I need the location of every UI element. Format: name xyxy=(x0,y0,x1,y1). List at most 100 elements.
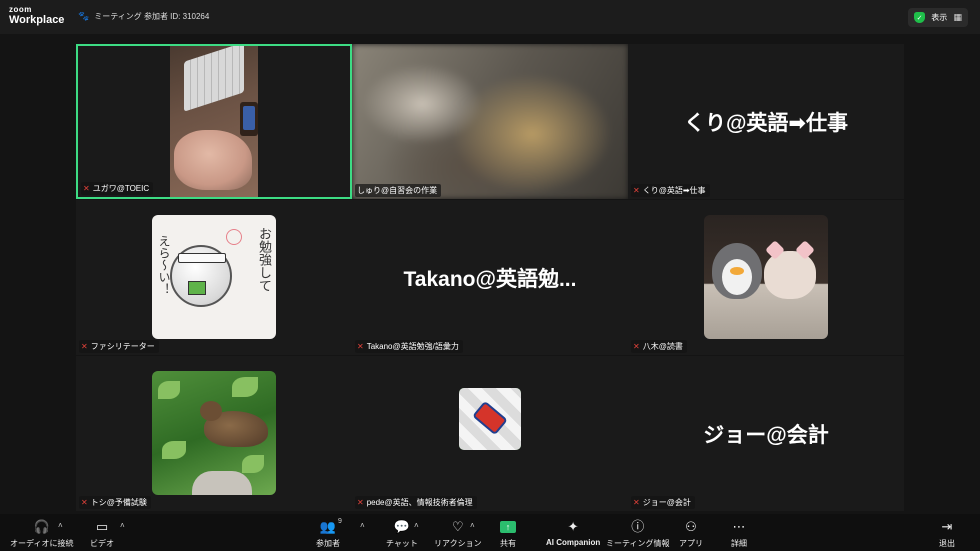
participant-name-tag: ✕ 八木@読書 xyxy=(631,340,687,353)
apps-label: アプリ xyxy=(679,539,703,548)
participant-name-tag: ✕ Takano@英語勉強/語彙力 xyxy=(355,340,463,353)
leave-icon: ⇥ xyxy=(941,519,953,534)
chat-icon: 💬 xyxy=(393,519,411,534)
video-tile-facilitator[interactable]: お勉強して えら〜い！ ✕ ファシリテーター xyxy=(76,200,352,355)
zoom-logo: zoom Workplace xyxy=(9,6,64,26)
participant-name-tag: ✕ ジョー@会計 xyxy=(631,496,695,509)
participant-name: くり@英語➡仕事 xyxy=(642,186,706,195)
apps-icon: ⚇ xyxy=(685,519,697,534)
view-label: 表示 xyxy=(931,13,948,22)
participant-display-name: Takano@英語勉... xyxy=(403,267,577,291)
participant-name: pede@英語、情報技術者倫理 xyxy=(366,498,473,507)
headband-drawing xyxy=(178,253,226,263)
participants-icon: 👥 xyxy=(319,519,337,534)
video-tile-yugawa[interactable]: ✕ ユガワ@TOEIC xyxy=(76,44,352,199)
participant-display-name: ジョー@会計 xyxy=(703,423,829,447)
more-label: 詳細 xyxy=(731,539,747,548)
mic-muted-icon: ✕ xyxy=(633,498,640,507)
blurred-camera-feed xyxy=(352,44,628,199)
duck-head xyxy=(200,401,222,421)
mic-muted-icon: ✕ xyxy=(81,498,88,507)
video-tile-pede[interactable]: ✕ pede@英語、情報技術者倫理 xyxy=(352,356,628,511)
meeting-info-label-bottom: ミーティング情報 xyxy=(606,539,670,548)
participant-name: ファシリテーター xyxy=(90,342,155,351)
video-tile-yagi[interactable]: ✕ 八木@読書 xyxy=(628,200,904,355)
top-bar: zoom Workplace 🐾 ミーティング 参加者 ID: 310264 ✓… xyxy=(0,0,980,34)
headphones-icon: 🎧 xyxy=(33,519,50,534)
video-tile-toshi[interactable]: ✕ トシ@予備試験 xyxy=(76,356,352,511)
leaf-shape xyxy=(232,377,258,397)
view-button[interactable]: ✓ 表示 ▦ xyxy=(908,8,968,27)
video-tile-joe[interactable]: ジョー@会計 ✕ ジョー@会計 xyxy=(628,356,904,511)
reactions-options-caret[interactable]: ˄ xyxy=(470,521,475,530)
video-button[interactable]: ▭ ビデオ xyxy=(90,518,114,549)
video-tile-kuri[interactable]: くり@英語➡仕事 ✕ くり@英語➡仕事 xyxy=(628,44,904,199)
participant-name-tag: ✕ pede@英語、情報技術者倫理 xyxy=(355,496,477,509)
reactions-label: リアクション xyxy=(434,539,482,548)
video-options-caret[interactable]: ˄ xyxy=(120,521,125,530)
flower-drawing xyxy=(226,229,242,245)
participant-name: ジョー@会計 xyxy=(642,498,691,507)
share-button[interactable]: ↑ 共有 xyxy=(500,518,516,549)
avatar-duck-photo xyxy=(152,371,276,495)
avatar-race-car xyxy=(459,388,521,450)
more-button[interactable]: ⋯ 詳細 xyxy=(731,518,747,549)
participant-name-tag: ✕ ユガワ@TOEIC xyxy=(81,182,154,195)
audio-options-caret[interactable]: ˄ xyxy=(58,521,63,530)
participant-name-tag: ✕ くり@英語➡仕事 xyxy=(631,184,710,197)
leave-button[interactable]: ⇥ 退出 xyxy=(939,518,955,549)
audio-button[interactable]: 🎧 オーディオに接続 xyxy=(10,518,73,549)
mic-muted-icon: ✕ xyxy=(81,342,88,351)
meeting-toolbar: 🎧 オーディオに接続 ˄ ▭ ビデオ ˄ 👥 参加者 9 ˄ 💬 チャット ˄ … xyxy=(0,514,980,551)
book-drawing xyxy=(188,281,206,295)
video-stage: ✕ ユガワ@TOEIC しゅり@自習会の作業 くり@英語➡仕事 ✕ くり@英語➡… xyxy=(0,34,980,514)
leaf-shape xyxy=(162,441,186,459)
chat-options-caret[interactable]: ˄ xyxy=(414,521,419,530)
sparkle-icon: ✦ xyxy=(567,519,579,534)
shield-icon: ✓ xyxy=(914,12,925,23)
mic-muted-icon: ✕ xyxy=(633,342,640,351)
grid-icon: ▦ xyxy=(953,12,962,22)
leaf-shape xyxy=(242,455,264,473)
participants-button[interactable]: 👥 参加者 xyxy=(316,518,340,549)
leaf-shape xyxy=(158,381,180,399)
leave-label: 退出 xyxy=(939,539,955,548)
meeting-info-label[interactable]: 🐾 ミーティング 参加者 ID: 310264 xyxy=(78,11,209,22)
avatar-penguin-illustration: お勉強して えら〜い！ xyxy=(152,215,276,339)
vertical-text-main: お勉強して xyxy=(256,227,271,292)
mic-muted-icon: ✕ xyxy=(357,342,364,351)
more-icon: ⋯ xyxy=(732,519,746,534)
audio-label: オーディオに接続 xyxy=(10,539,74,548)
cat-plush xyxy=(764,251,816,299)
penguin-beak xyxy=(730,267,744,275)
heart-icon: ♡ xyxy=(451,519,464,534)
meeting-id-text: ミーティング 参加者 ID: 310264 xyxy=(94,12,210,21)
participant-name: Takano@英語勉強/語彙力 xyxy=(366,342,459,351)
video-tile-shuri[interactable]: しゅり@自習会の作業 xyxy=(352,44,628,199)
apps-button[interactable]: ⚇ アプリ xyxy=(679,518,703,549)
participant-name: トシ@予備試験 xyxy=(90,498,147,507)
mic-muted-icon: ✕ xyxy=(357,498,364,507)
info-icon: ⓘ xyxy=(631,519,645,534)
video-tile-takano[interactable]: Takano@英語勉... ✕ Takano@英語勉強/語彙力 xyxy=(352,200,628,355)
participants-options-caret[interactable]: ˄ xyxy=(360,521,365,530)
paw-icon: 🐾 xyxy=(78,11,90,21)
participant-name: しゅり@自習会の作業 xyxy=(357,186,438,195)
participant-name: 八木@読書 xyxy=(642,342,683,351)
camera-feed xyxy=(170,46,258,197)
camera-icon: ▭ xyxy=(95,519,109,534)
keyboard-image xyxy=(184,46,244,112)
video-label: ビデオ xyxy=(90,539,114,548)
participant-display-name: くり@英語➡仕事 xyxy=(683,111,849,135)
stone-shape xyxy=(192,471,252,495)
share-arrow-icon: ↑ xyxy=(500,521,516,533)
participant-name-tag: しゅり@自習会の作業 xyxy=(355,184,442,197)
participant-name: ユガワ@TOEIC xyxy=(92,184,150,193)
participants-label: 参加者 xyxy=(316,539,340,548)
logo-line1: zoom xyxy=(9,5,32,14)
meeting-info-button[interactable]: ⓘ ミーティング情報 xyxy=(606,518,670,549)
ai-companion-label: AI Companion xyxy=(546,538,601,547)
vertical-text-side: えら〜い！ xyxy=(157,235,171,295)
participants-count: 9 xyxy=(338,518,342,525)
ai-companion-button[interactable]: ✦ AI Companion xyxy=(546,518,600,547)
